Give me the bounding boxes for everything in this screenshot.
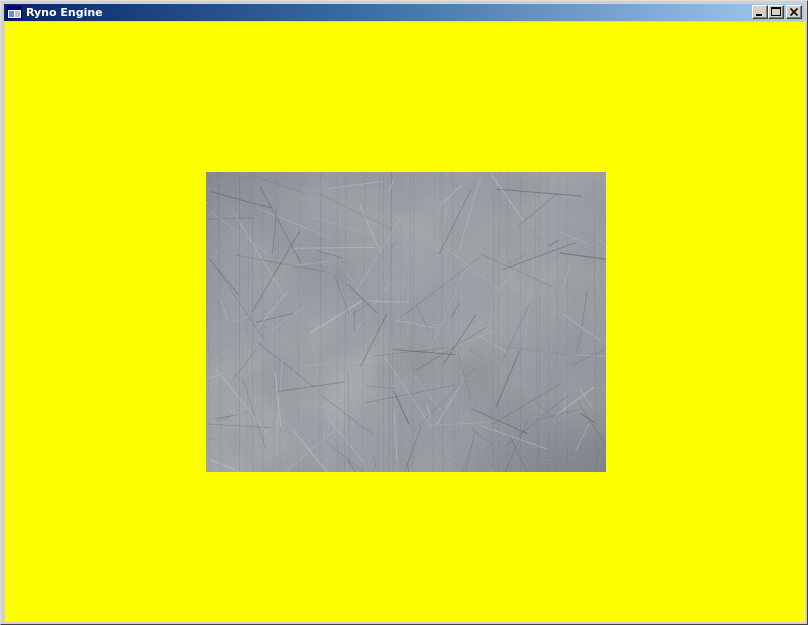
app-window: Ryno Engine (0, 0, 808, 625)
application-window-icon[interactable] (7, 6, 22, 19)
maximize-button[interactable] (768, 5, 784, 19)
maximize-icon (771, 7, 781, 16)
minimize-icon (756, 14, 762, 16)
close-icon (789, 7, 799, 17)
render-viewport[interactable] (5, 22, 805, 622)
close-button[interactable] (786, 5, 802, 19)
minimize-button[interactable] (752, 5, 768, 19)
caption-buttons (752, 5, 802, 19)
title-bar[interactable]: Ryno Engine (4, 4, 804, 21)
window-title: Ryno Engine (26, 6, 103, 19)
scratched-metal-texture (206, 172, 606, 472)
textured-quad (206, 172, 606, 472)
